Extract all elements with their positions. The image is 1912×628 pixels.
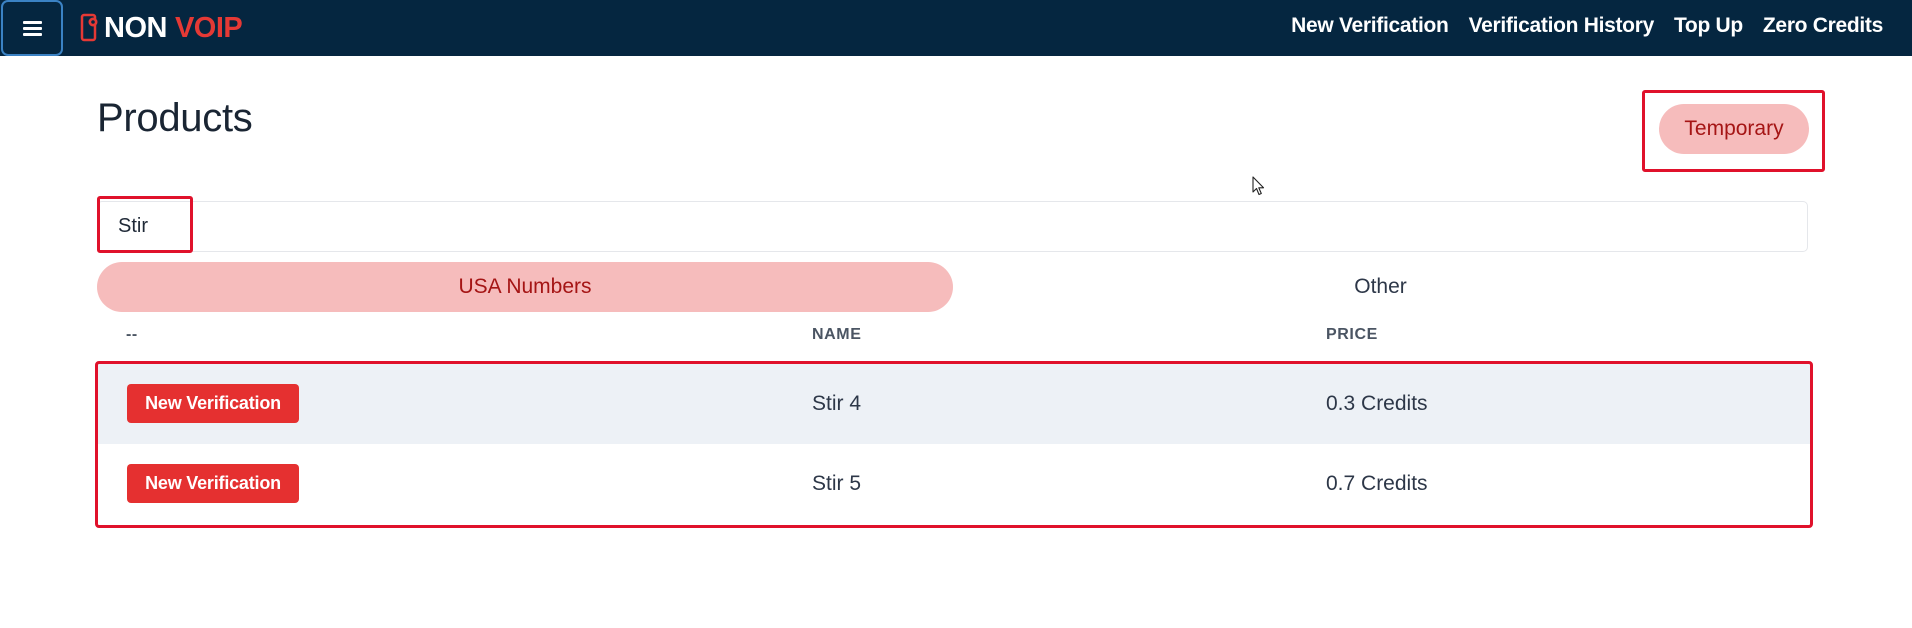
nav-credits-balance[interactable]: Zero Credits <box>1763 14 1883 38</box>
hamburger-menu-button[interactable] <box>1 0 63 56</box>
logo-text-non: NON <box>104 11 167 44</box>
mouse-pointer-icon <box>1252 176 1265 196</box>
search-box <box>97 201 1808 252</box>
tab-other[interactable]: Other <box>953 262 1808 312</box>
phone-logo-icon <box>80 13 98 42</box>
top-navbar: NON VOIP New Verification Verification H… <box>0 0 1912 56</box>
page-title: Products <box>97 96 253 140</box>
nav-verification-history[interactable]: Verification History <box>1469 14 1655 38</box>
temporary-mode-button[interactable]: Temporary <box>1659 104 1809 154</box>
tab-usa-numbers[interactable]: USA Numbers <box>97 262 953 312</box>
nav-new-verification[interactable]: New Verification <box>1291 14 1449 38</box>
rows-highlight-box <box>95 361 1813 528</box>
column-header-action: -- <box>126 326 138 343</box>
column-header-price[interactable]: PRICE <box>1326 326 1378 344</box>
brand-logo[interactable]: NON VOIP <box>80 11 243 44</box>
hamburger-menu-icon <box>22 20 42 36</box>
logo-text-voip: VOIP <box>174 11 243 44</box>
nav-top-up[interactable]: Top Up <box>1674 14 1743 38</box>
search-input[interactable] <box>118 202 1798 251</box>
main-nav: New Verification Verification History To… <box>1291 0 1883 52</box>
product-tabs: USA Numbers Other <box>97 262 1808 312</box>
column-header-name[interactable]: NAME <box>812 326 862 344</box>
